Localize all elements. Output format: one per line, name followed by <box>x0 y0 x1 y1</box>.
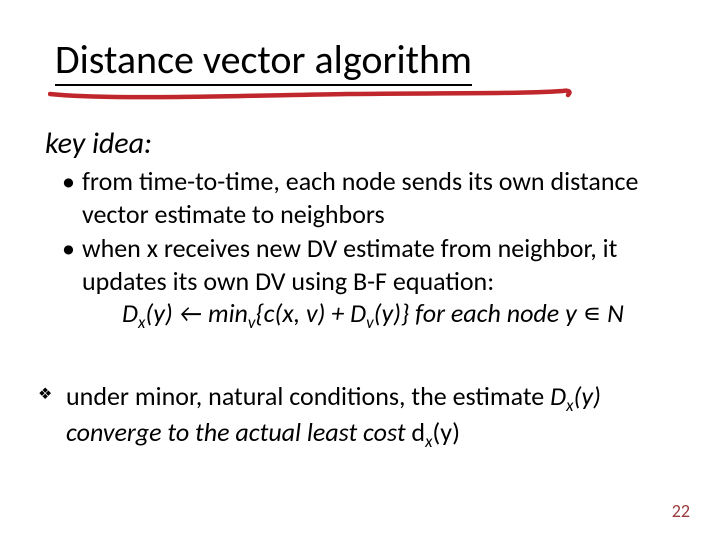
conclusion-text: under minor, natural conditions, the est… <box>66 380 668 453</box>
eq-part: {c(x, v) + D <box>255 297 366 329</box>
bullet-dot-icon: • <box>62 165 82 198</box>
eq-part: (y) <box>432 416 460 448</box>
eq-part: (y) ← min <box>145 297 248 329</box>
diamond-bullet-icon: ❖ <box>38 380 66 410</box>
text-part: under minor, natural conditions, the est… <box>66 380 550 412</box>
eq-sub: v <box>366 312 374 333</box>
title-underline-annotation <box>48 88 578 108</box>
math-term: dx(y) <box>411 416 460 448</box>
conclusion-block: ❖ under minor, natural conditions, the e… <box>38 380 668 453</box>
slide-title: Distance vector algorithm <box>55 38 472 86</box>
eq-part: N <box>601 297 624 329</box>
equation-line: Dx(y) ← minv{c(x, v) + Dv(y)} for each n… <box>122 297 624 329</box>
eq-part: d <box>411 416 425 448</box>
slide-number: 22 <box>672 500 690 522</box>
bullet-item: • when x receives new DV estimate from n… <box>62 232 662 333</box>
bullet-text: when x receives new DV estimate from nei… <box>82 232 662 333</box>
subheading-key-idea: key idea: <box>45 125 152 162</box>
bullet-text-line: when x receives new DV estimate from nei… <box>82 232 617 297</box>
bullet-list: • from time-to-time, each node sends its… <box>62 165 662 335</box>
slide: Distance vector algorithm key idea: • fr… <box>0 0 720 540</box>
element-of-icon: ∊ <box>583 297 602 329</box>
eq-part: D <box>550 380 566 412</box>
bullet-dot-icon: • <box>62 232 82 265</box>
eq-part: D <box>122 297 138 329</box>
bullet-text: from time-to-time, each node sends its o… <box>82 165 662 230</box>
bullet-item: • from time-to-time, each node sends its… <box>62 165 662 230</box>
eq-part: (y)} for each node y <box>374 297 583 329</box>
